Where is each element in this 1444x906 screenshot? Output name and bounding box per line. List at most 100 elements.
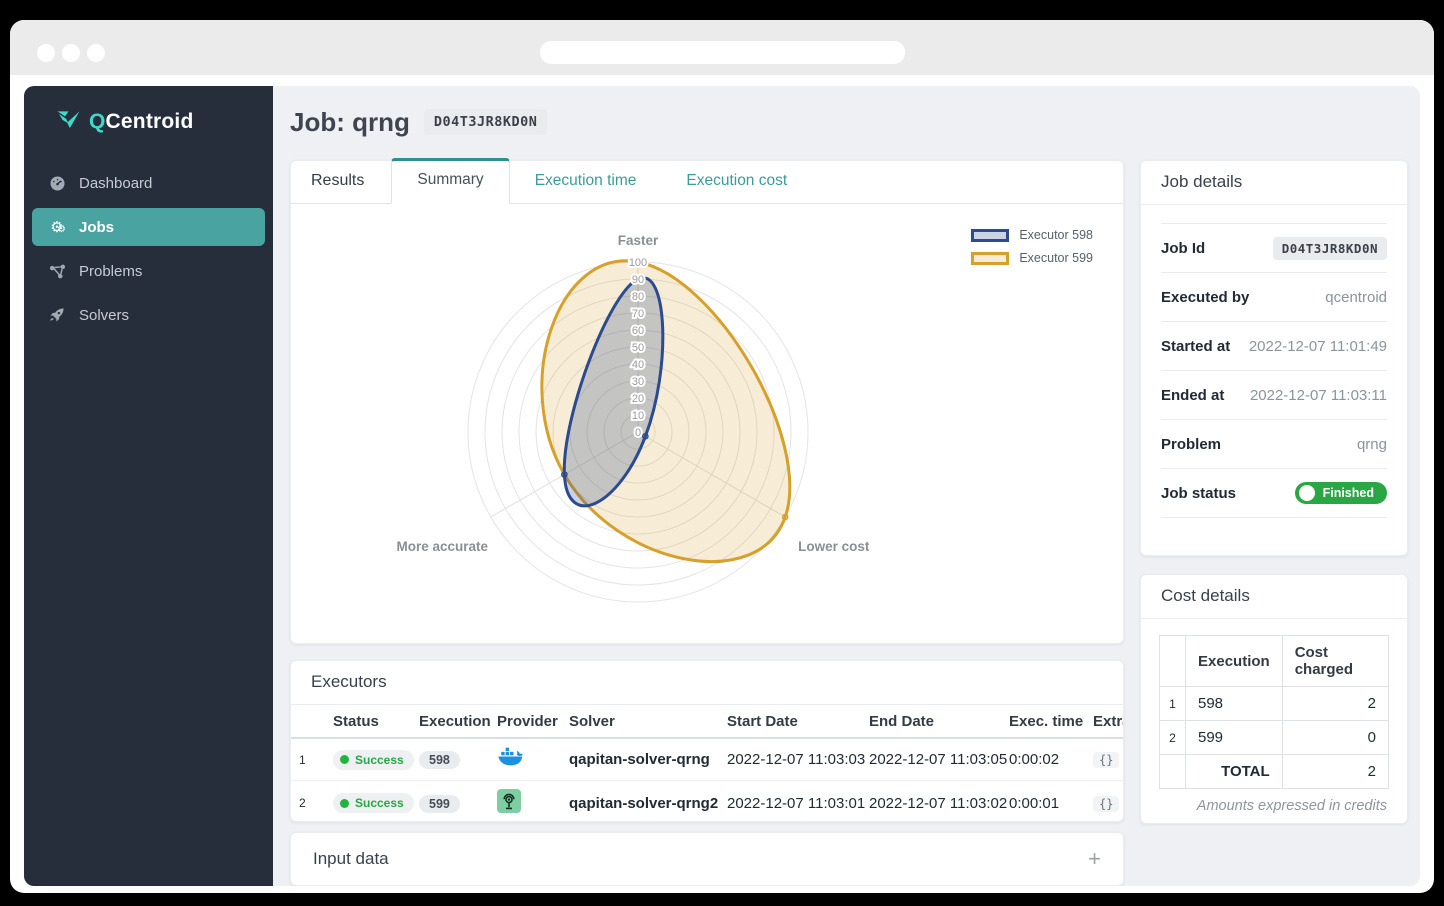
legend-item[interactable]: Executor 598 — [971, 228, 1093, 242]
input-data-card[interactable]: Input data + — [290, 832, 1124, 886]
tick-label: 20 — [632, 393, 644, 405]
extra-json[interactable]: {} — [1093, 752, 1120, 768]
job-detail-row: Job status Finished — [1161, 469, 1387, 518]
detail-value: 2022-12-07 11:01:49 — [1248, 337, 1387, 355]
tab-execution-cost[interactable]: Execution cost — [661, 161, 812, 203]
window-controls — [37, 44, 105, 62]
job-details-title: Job details — [1141, 161, 1407, 205]
job-detail-row: Ended at 2022-12-07 11:03:11 — [1161, 371, 1387, 420]
executors-column-header: Solver — [561, 705, 719, 739]
extra-json[interactable]: {} — [1093, 795, 1120, 812]
executors-column-header: End Date — [861, 705, 1001, 739]
execution-id-badge: 598 — [419, 751, 460, 769]
row-index: 2 — [291, 780, 325, 821]
legend-label: Executor 598 — [1019, 228, 1093, 242]
row-index: 2 — [1159, 720, 1186, 755]
sidebar-item-label: Dashboard — [79, 174, 153, 192]
executors-table: Status Execution Provider Solver Start Date E… — [291, 705, 1123, 821]
gears-icon: ⚙ ⚙ — [50, 218, 66, 236]
detail-label: Started at — [1161, 337, 1231, 355]
results-section-label: Results — [311, 172, 365, 189]
cost-details-body: Execution Cost charged 1 598 2 2 599 0 TOTAL 2 A… — [1141, 619, 1407, 814]
cost-charged: 0 — [1281, 720, 1390, 755]
job-detail-row: Job Id D04T3JR8KD0N — [1161, 224, 1387, 273]
tick-label: 80 — [632, 291, 644, 303]
status-badge: Success — [333, 793, 414, 813]
results-card: Results Summary Execution time Execution… — [290, 158, 1124, 644]
tab-execution-time[interactable]: Execution time — [510, 161, 662, 203]
dashboard-gauge-icon — [48, 174, 66, 192]
executors-title: Executors — [291, 661, 1123, 705]
app-logo: QCentroid — [24, 86, 273, 136]
executors-header-row: Status Execution Provider Solver Start Date E… — [291, 705, 1123, 739]
page-header: Job: qrng D04T3JR8KD0N — [290, 104, 1420, 140]
tick-label: 60 — [632, 325, 644, 337]
plus-icon[interactable]: + — [1088, 846, 1101, 872]
detail-label: Executed by — [1161, 288, 1250, 306]
legend-item[interactable]: Executor 599 — [971, 251, 1093, 265]
start-date: 2022-12-07 11:03:01 — [719, 780, 865, 821]
exec-time: 0:00:02 — [1009, 751, 1060, 768]
detail-label: Problem — [1161, 435, 1222, 453]
browser-titlebar — [10, 20, 1434, 75]
cost-note: Amounts expressed in credits — [1196, 798, 1387, 814]
start-date: 2022-12-07 11:03:03 — [727, 751, 866, 768]
row-index: 1 — [1159, 686, 1186, 721]
job-detail-row: Problem qrng — [1161, 420, 1387, 469]
job-detail-row: Executed by qcentroid — [1161, 273, 1387, 322]
sidebar-item-jobs[interactable]: ⚙ ⚙ Jobs — [32, 208, 265, 246]
legend-swatch — [971, 251, 1010, 265]
cost-total-row: TOTAL 2 — [1159, 754, 1390, 789]
cost-row: 1 598 2 — [1159, 686, 1390, 721]
window-control-dot[interactable] — [87, 44, 105, 62]
rocket-icon — [48, 306, 66, 324]
main-content: Job: qrng D04T3JR8KD0N Results Summary E… — [273, 86, 1420, 886]
executors-column-header: Exec. time — [1001, 705, 1085, 739]
axis-label: More accurate — [397, 539, 489, 554]
sidebar-item-label: Jobs — [79, 218, 115, 236]
cost-charged: 2 — [1281, 686, 1390, 721]
executors-column-header: Status — [325, 705, 411, 739]
execution-id-badge: 599 — [419, 794, 460, 813]
row-index: 1 — [299, 752, 306, 767]
detail-label: Ended at — [1161, 386, 1225, 404]
sidebar-item-dashboard[interactable]: Dashboard — [32, 164, 265, 202]
tab-summary[interactable]: Summary — [391, 158, 510, 204]
executors-column-header: Start Date — [719, 705, 861, 739]
tick-label: 40 — [632, 359, 644, 371]
window-control-dot[interactable] — [62, 44, 80, 62]
executor-row[interactable]: 2 Success 599 qapitan-solver-qrng2 2022-12-0… — [291, 780, 1123, 821]
cost-execution: 599 — [1185, 720, 1283, 755]
executors-column-header — [291, 705, 325, 739]
chart-legend: Executor 598 Executor 599 — [971, 228, 1093, 265]
executor-row[interactable]: 1 Success 598 qapitan-solver-qrng 2022-12-07… — [291, 738, 1123, 781]
browser-window: QCentroid Dashboard ⚙ ⚙ Jobs Problems So… — [10, 20, 1434, 893]
results-tabbar: Results Summary Execution time Execution… — [291, 158, 1123, 204]
tick-label: 10 — [632, 410, 644, 422]
job-details-card: Job details Job Id D04T3JR8KD0N Executed b… — [1140, 160, 1408, 556]
end-date: 2022-12-07 11:03:05 — [869, 751, 1008, 768]
cost-execution: 598 — [1185, 686, 1283, 721]
job-id-badge: D04T3JR8KD0N — [1272, 236, 1387, 260]
tick-label: 70 — [632, 308, 644, 320]
cost-column-header — [1159, 635, 1186, 687]
input-data-title: Input data — [313, 849, 389, 868]
cost-table: Execution Cost charged 1 598 2 2 599 0 TOTAL 2 — [1159, 635, 1390, 789]
docker-whale-icon — [497, 747, 524, 772]
qapitan-green-icon — [497, 789, 521, 817]
cost-column-header: Execution — [1185, 635, 1283, 687]
status-label: Success — [355, 752, 404, 767]
detail-value: qrng — [1356, 435, 1387, 453]
window-control-dot[interactable] — [37, 44, 55, 62]
radar-chart: 0 10 20 30 40 50 60 70 80 90 100 Faster Lower cost Mo… — [397, 233, 870, 603]
network-icon — [48, 262, 66, 280]
cost-header-row: Execution Cost charged — [1159, 635, 1390, 687]
app-window: QCentroid Dashboard ⚙ ⚙ Jobs Problems So… — [24, 86, 1420, 886]
executors-column-header: Provider — [489, 705, 561, 739]
sidebar-item-solvers[interactable]: Solvers — [32, 296, 265, 334]
cost-charged: 2 — [1281, 754, 1390, 789]
address-bar[interactable] — [540, 41, 905, 64]
sidebar: QCentroid Dashboard ⚙ ⚙ Jobs Problems So… — [24, 86, 273, 886]
detail-label: Job Id — [1161, 239, 1206, 257]
sidebar-item-problems[interactable]: Problems — [32, 252, 265, 290]
